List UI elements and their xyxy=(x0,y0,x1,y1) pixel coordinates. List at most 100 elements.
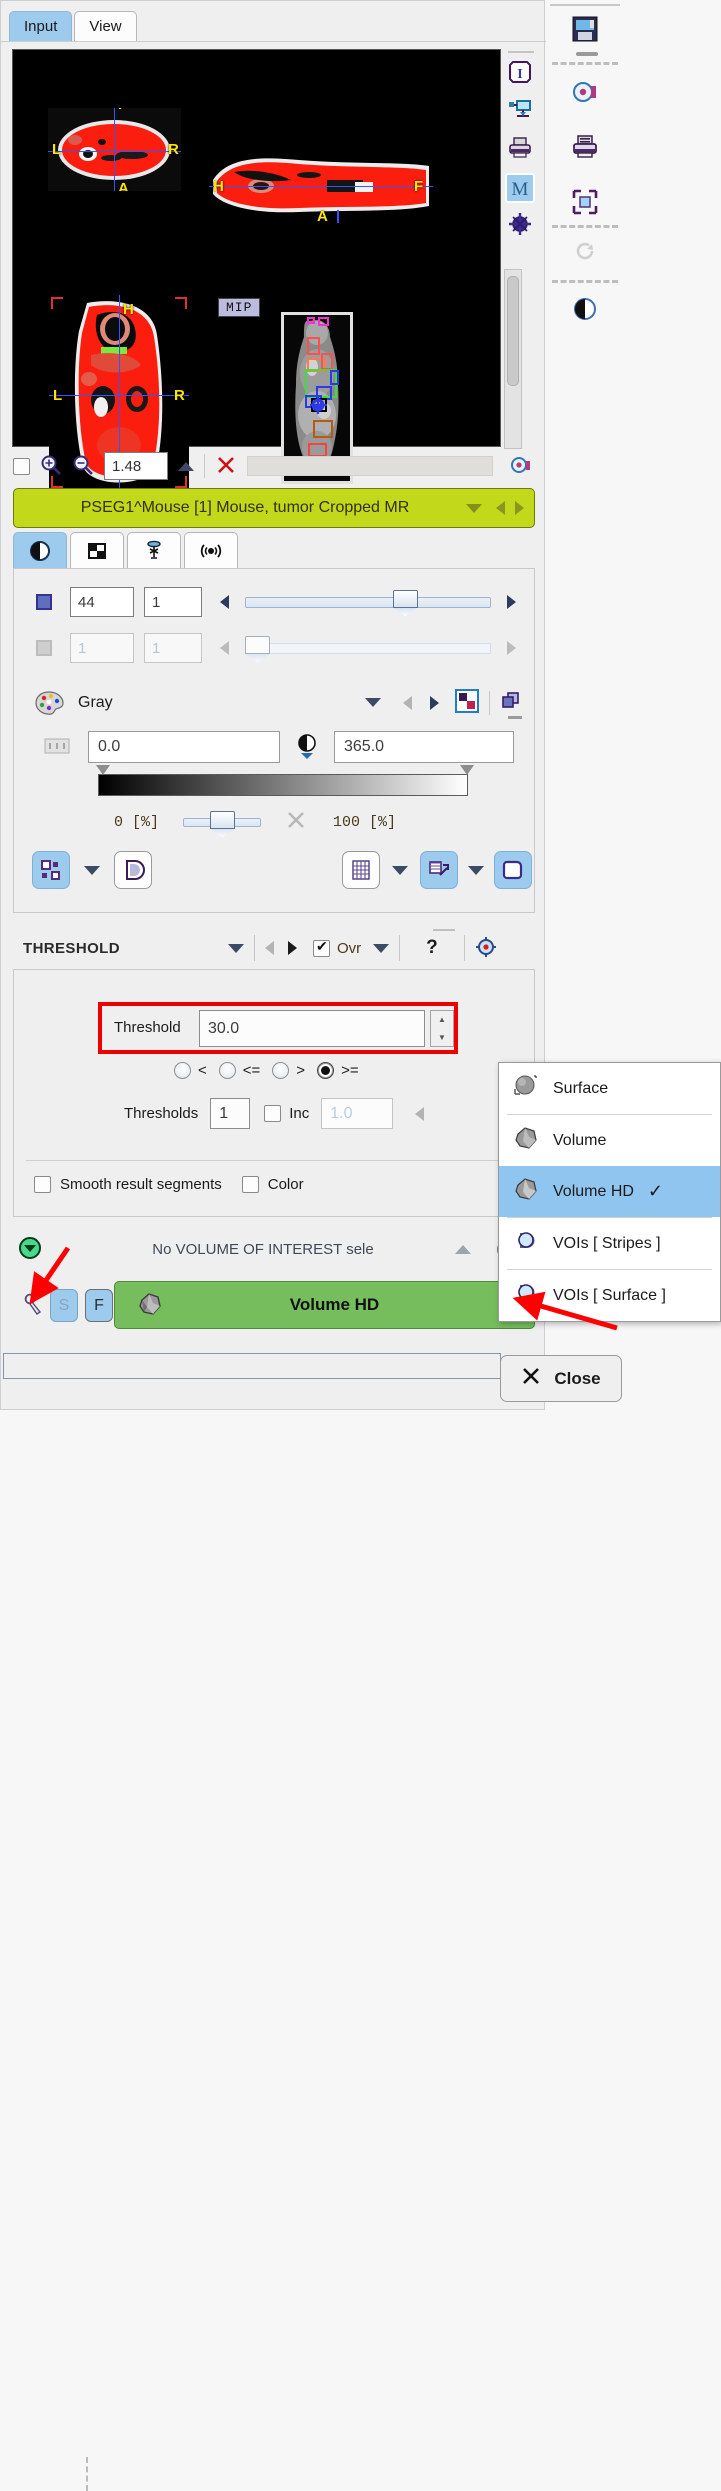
series-banner[interactable]: PSEG1^Mouse [1] Mouse, tumor Cropped MR xyxy=(13,488,535,528)
colortable-prev-icon[interactable] xyxy=(403,695,412,710)
matrix-icon[interactable]: M xyxy=(505,173,535,203)
slice-step-field[interactable]: 1 xyxy=(144,587,202,617)
slice-index-field[interactable]: 44 xyxy=(70,587,134,617)
window-max-field[interactable]: 365.0 xyxy=(334,731,514,763)
smooth-checkbox[interactable] xyxy=(34,1176,51,1193)
operator-radio-gt[interactable] xyxy=(272,1062,290,1079)
zoom-value-field[interactable]: 1.48 xyxy=(104,452,168,480)
inc-label: Inc xyxy=(289,1105,310,1122)
green-down-icon[interactable] xyxy=(17,1235,43,1264)
layout-mode-dropdown-icon[interactable] xyxy=(84,865,100,875)
colortable-dropdown-icon[interactable] xyxy=(365,698,381,707)
series-prev-icon[interactable] xyxy=(496,501,505,515)
voi-expand-icon[interactable] xyxy=(455,1244,471,1254)
threshold-spinner[interactable]: ▲ ▼ xyxy=(430,1010,454,1047)
window-min-field[interactable]: 0.0 xyxy=(88,731,280,763)
camera-icon[interactable] xyxy=(509,453,533,480)
canvas-scrollbar[interactable] xyxy=(504,269,522,449)
series-next-icon[interactable] xyxy=(515,501,524,515)
threshold-value: 30.0 xyxy=(208,1019,240,1037)
red-x-icon[interactable] xyxy=(215,454,237,479)
inc-prev-icon[interactable] xyxy=(415,1106,425,1121)
image-canvas[interactable]: P L R A P H F A xyxy=(12,49,501,490)
zoom-in-icon[interactable] xyxy=(40,454,62,479)
overlay-button[interactable] xyxy=(114,851,152,889)
window-contrast-icon[interactable] xyxy=(294,732,320,763)
crosshair-icon[interactable] xyxy=(505,209,535,239)
pin-icon[interactable] xyxy=(23,1293,43,1318)
canvas-scroll-thumb[interactable] xyxy=(507,276,519,386)
palette-icon[interactable] xyxy=(34,690,64,716)
threshold-next-icon[interactable] xyxy=(287,941,297,955)
save-icon[interactable] xyxy=(568,12,602,46)
close-label: Close xyxy=(554,1368,601,1388)
threshold-input[interactable]: 30.0 xyxy=(199,1010,425,1047)
threshold-spin-up[interactable]: ▲ xyxy=(431,1011,453,1029)
volume-hd-action-button[interactable]: Volume HD xyxy=(114,1281,535,1329)
percent-unlink-icon[interactable] xyxy=(285,809,307,836)
ovr-dropdown-icon[interactable] xyxy=(373,943,390,953)
viewport-axial[interactable]: P L R A xyxy=(48,108,181,191)
capture-icon[interactable] xyxy=(568,75,602,109)
fit-icon[interactable] xyxy=(568,185,602,219)
zoom-lock-checkbox[interactable] xyxy=(13,457,30,475)
percent-slider-knob[interactable] xyxy=(210,810,236,829)
menu-item-volume[interactable]: Volume xyxy=(499,1115,720,1166)
tools-tab[interactable] xyxy=(127,532,181,569)
series-dropdown-icon[interactable] xyxy=(466,503,482,513)
tab-input[interactable]: Input xyxy=(9,11,73,42)
gradient-marker-right[interactable] xyxy=(460,765,474,775)
fusion-tab[interactable] xyxy=(184,532,238,569)
bottom-progress-strip[interactable] xyxy=(3,1353,501,1379)
slice-slider-knob[interactable] xyxy=(392,589,418,608)
copy-icon[interactable] xyxy=(500,690,524,715)
operator-radio-lte[interactable] xyxy=(218,1062,236,1079)
menu-item-volume-hd[interactable]: Volume HD ✓ xyxy=(499,1166,720,1217)
threshold-prev-icon[interactable] xyxy=(264,941,274,955)
close-button[interactable]: Close xyxy=(500,1355,622,1402)
grid-button[interactable] xyxy=(342,851,380,889)
refresh-icon[interactable] xyxy=(568,234,602,268)
threshold-dropdown-icon[interactable] xyxy=(227,943,244,953)
contrast-tab[interactable] xyxy=(13,532,67,569)
layout-mode-button[interactable] xyxy=(32,851,70,889)
slice-prev-icon[interactable] xyxy=(220,595,229,609)
viewport-sagittal[interactable]: P H F A xyxy=(209,150,433,223)
threshold-handle[interactable] xyxy=(433,929,455,931)
annotate-dropdown-icon[interactable] xyxy=(468,865,484,875)
gradient-marker-left[interactable] xyxy=(96,765,110,775)
zoom-out-icon[interactable] xyxy=(72,454,94,479)
thresholds-count-field[interactable]: 1 xyxy=(210,1098,251,1129)
f-button[interactable]: F xyxy=(85,1289,113,1322)
help-button[interactable]: ? xyxy=(426,937,438,959)
roi-shape-button[interactable] xyxy=(494,851,532,889)
invert-icon[interactable] xyxy=(455,689,479,716)
s-button[interactable]: S xyxy=(50,1289,78,1322)
grayscale-gradient-bar[interactable] xyxy=(98,774,468,796)
printer-icon[interactable] xyxy=(568,130,602,164)
colortable-next-icon[interactable] xyxy=(430,695,439,710)
rail-handle[interactable] xyxy=(576,52,598,56)
panel-handle[interactable] xyxy=(508,716,522,719)
operator-radio-lt[interactable] xyxy=(174,1062,191,1079)
display-icon[interactable] xyxy=(505,95,535,125)
grid-dropdown-icon[interactable] xyxy=(392,865,408,875)
ovr-checkbox[interactable] xyxy=(312,938,330,957)
annotate-button[interactable] xyxy=(420,851,458,889)
threshold-spin-down[interactable]: ▼ xyxy=(431,1029,453,1047)
layout-tab[interactable] xyxy=(70,532,124,569)
operator-radio-gte[interactable] xyxy=(317,1062,335,1079)
menu-item-surface[interactable]: Surface xyxy=(499,1063,720,1114)
tab-view[interactable]: View xyxy=(74,11,137,42)
color-checkbox[interactable] xyxy=(241,1176,259,1193)
slice-next-icon[interactable] xyxy=(507,595,516,609)
contrast-icon[interactable] xyxy=(568,292,602,326)
inc-checkbox[interactable] xyxy=(264,1105,282,1122)
slice-slider-track[interactable] xyxy=(245,596,491,608)
menu-item-vois-stripes[interactable]: VOIs [ Stripes ] xyxy=(499,1218,720,1269)
info-icon[interactable]: I xyxy=(505,57,535,87)
menu-item-vois-surface[interactable]: VOIs [ Surface ] xyxy=(499,1270,720,1321)
target-icon[interactable] xyxy=(475,936,497,961)
zoom-stepper-up[interactable] xyxy=(178,461,194,471)
printer-icon[interactable] xyxy=(505,133,535,163)
